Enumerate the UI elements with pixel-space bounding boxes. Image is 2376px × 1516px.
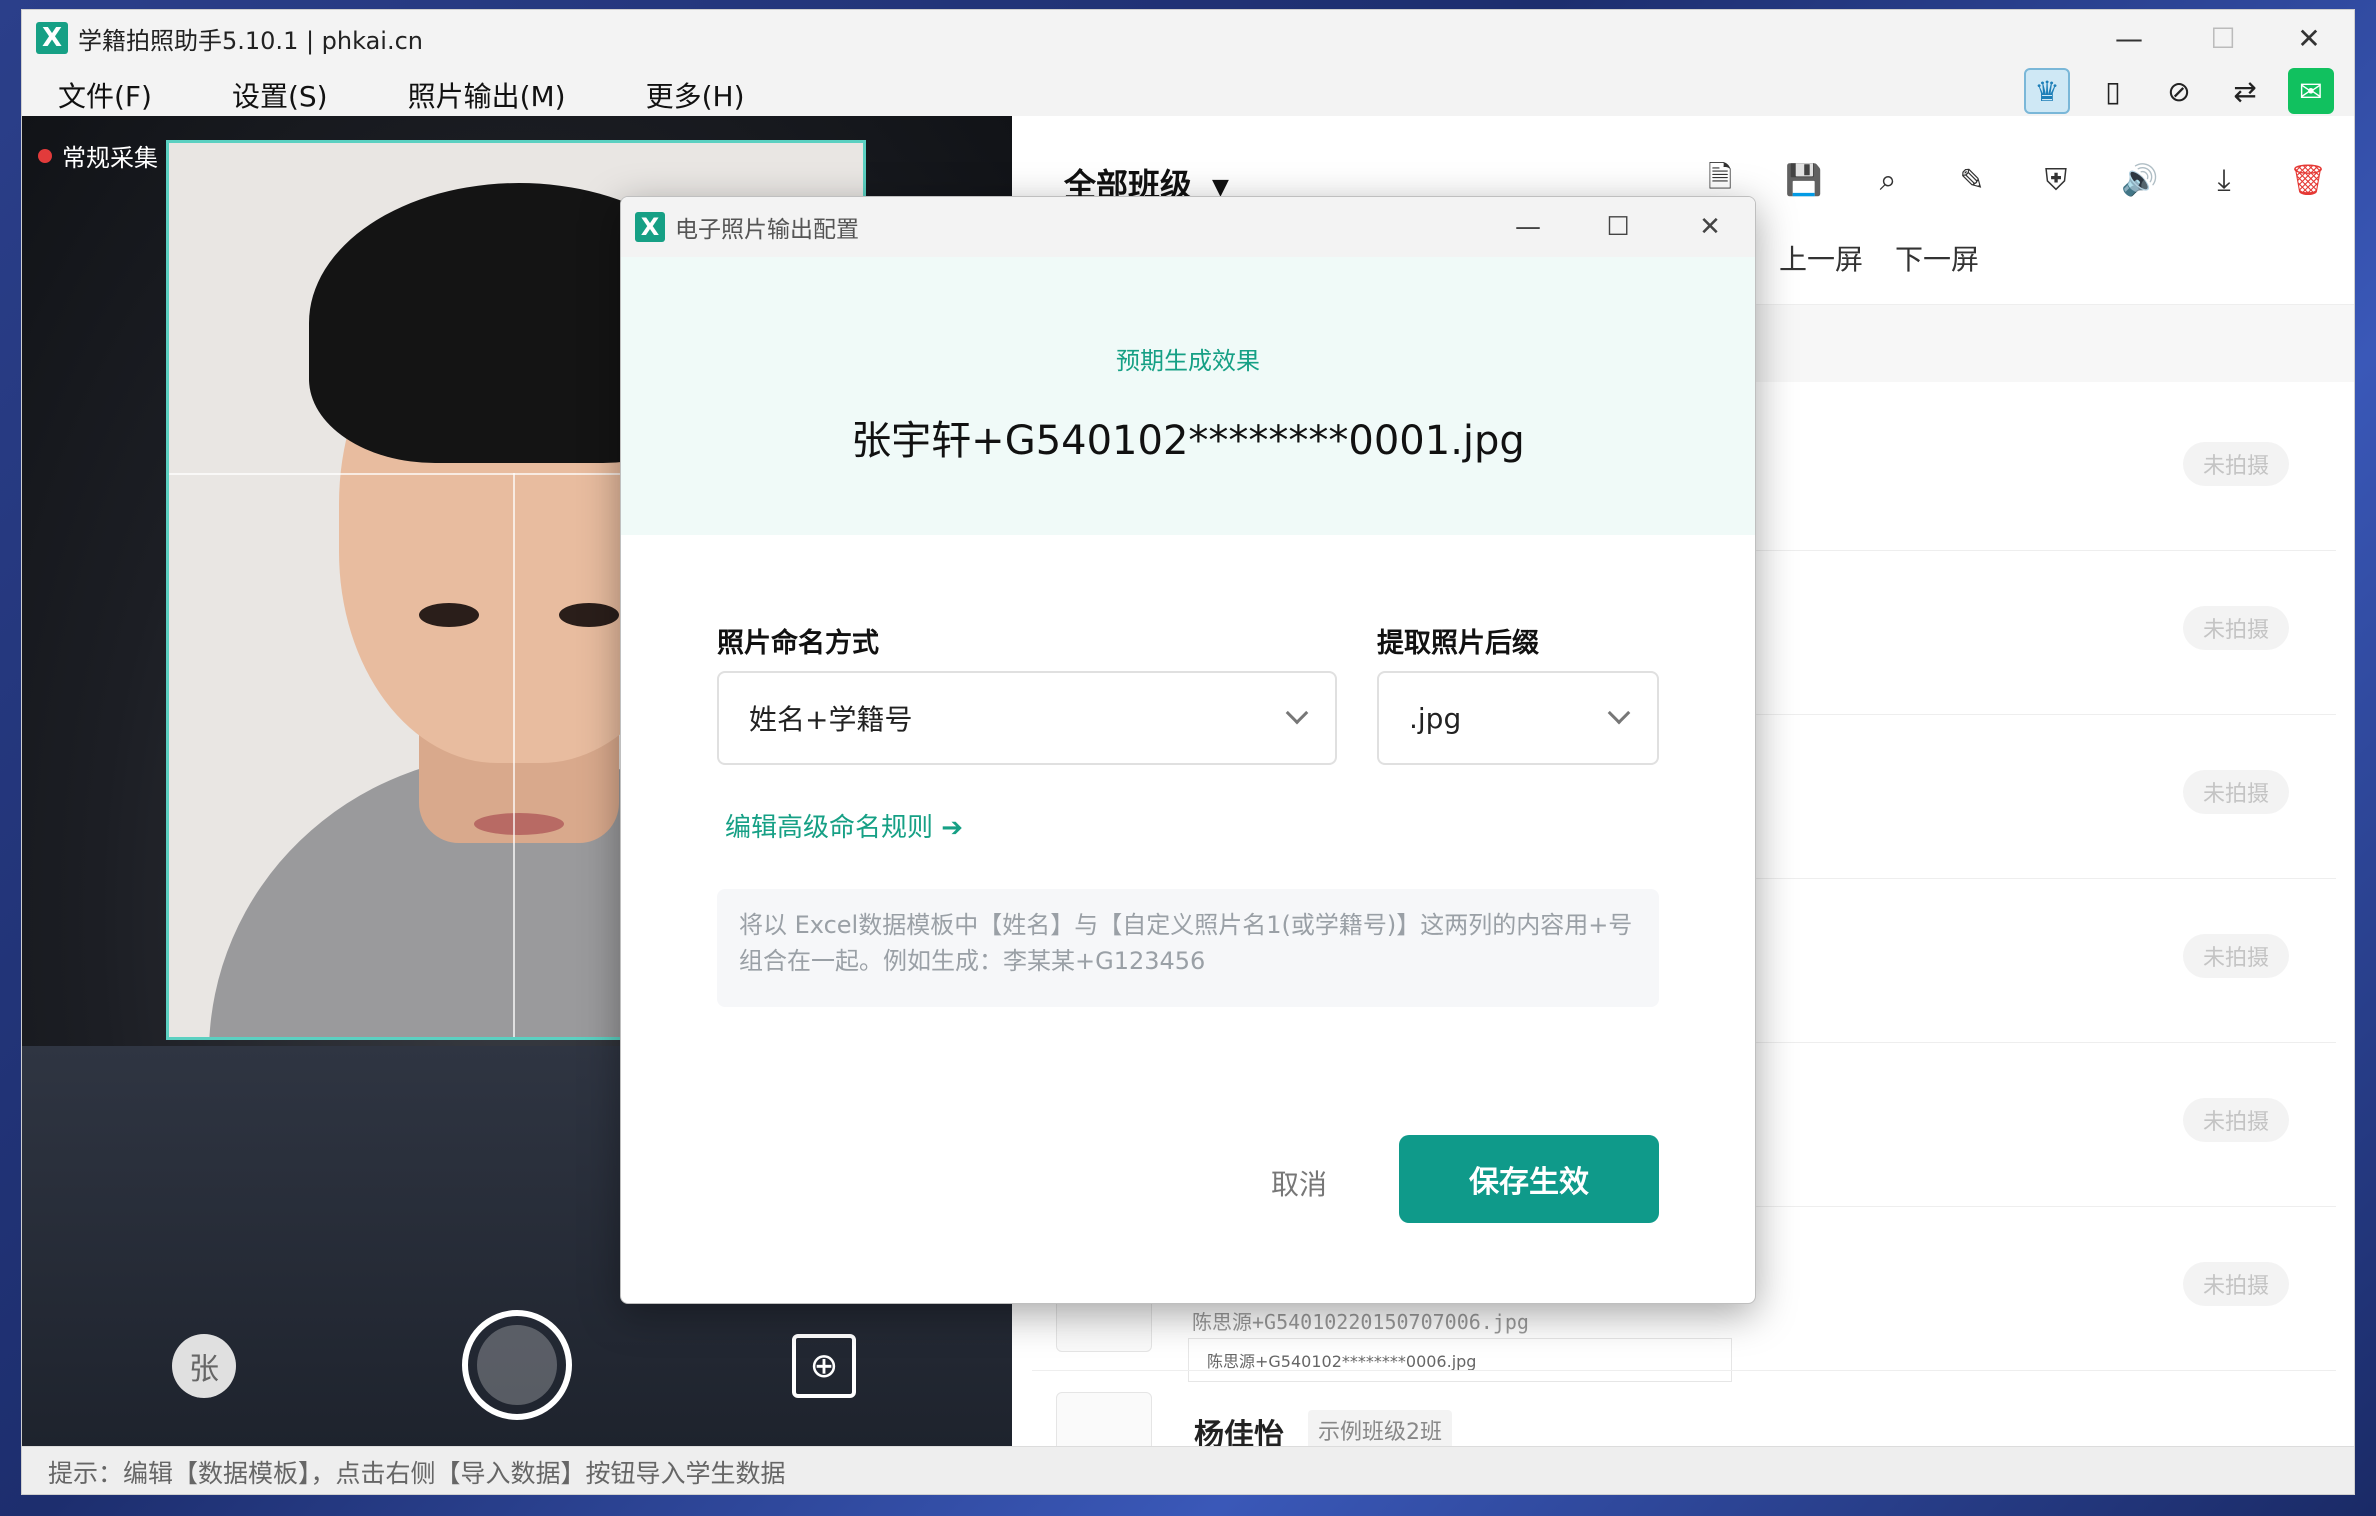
- dialog-maximize-button[interactable]: ☐: [1573, 197, 1663, 257]
- menu-more[interactable]: 更多(H): [646, 75, 745, 115]
- top-icon-bar: ♛ ▯ ⊘ ⇄ ✉: [2024, 68, 2334, 114]
- file-name-text: 陈思源+G54010220150707006.jpg: [1192, 1310, 1529, 1334]
- chevron-down-icon: [1285, 701, 1309, 725]
- capture-mode-text: 常规采集: [62, 144, 158, 172]
- student-avatar-button[interactable]: 张: [172, 1334, 236, 1398]
- status-badge: 未拍摄: [2183, 442, 2289, 486]
- shutter-button[interactable]: [462, 1310, 572, 1420]
- capture-mode-label: 常规采集: [38, 138, 158, 173]
- pager: 上一屏 下一屏: [1779, 238, 1979, 278]
- chevron-down-icon: [1607, 701, 1631, 725]
- file-name-chip: 陈思源+G540102********0006.jpg: [1188, 1338, 1732, 1382]
- suffix-select[interactable]: .jpg: [1377, 671, 1659, 765]
- minimize-button[interactable]: —: [2082, 10, 2176, 66]
- shield-icon[interactable]: ⛨: [2038, 162, 2074, 198]
- status-hint: 提示：编辑【数据模板】，点击右侧【导入数据】按钮导入学生数据: [48, 1458, 786, 1488]
- dialog-title-bar: X 电子照片输出配置 — ☐ ✕: [621, 197, 1755, 257]
- save-icon[interactable]: 💾: [1785, 162, 1822, 198]
- record-dot-icon: [38, 148, 52, 163]
- title-bar: X 学籍拍照助手5.10.1 | phkai.cn — ☐ ✕: [22, 10, 2354, 66]
- dialog-form: 照片命名方式 姓名+学籍号 提取照片后缀 .jpg 编辑高级命名规则 ➔ 将以 …: [621, 535, 1755, 1303]
- preview-file-name: 张宇轩+G540102********0001.jpg: [851, 418, 1525, 464]
- status-bar: 提示：编辑【数据模板】，点击右侧【导入数据】按钮导入学生数据: [22, 1446, 2354, 1494]
- shutter-inner-icon: [477, 1325, 557, 1405]
- naming-select-value: 姓名+学籍号: [749, 703, 913, 736]
- list-toolbar: 🗎 💾 ⌕ ✎ ⛨ 🔊 ⤓ 🗑: [1702, 160, 2327, 198]
- edit-icon[interactable]: ✎: [1954, 162, 1990, 198]
- close-button[interactable]: ✕: [2262, 10, 2354, 66]
- wechat-icon[interactable]: ✉: [2288, 68, 2334, 114]
- status-badge: 未拍摄: [2183, 1262, 2289, 1306]
- new-file-icon[interactable]: 🗎: [1702, 160, 1738, 198]
- subject-mouth: [474, 813, 564, 835]
- link-icon[interactable]: ⊘: [2156, 68, 2202, 114]
- suffix-select-value: .jpg: [1409, 701, 1462, 735]
- crown-icon[interactable]: ♛: [2024, 68, 2070, 114]
- suffix-label: 提取照片后缀: [1377, 628, 1539, 659]
- dialog-close-button[interactable]: ✕: [1665, 197, 1755, 257]
- search-icon[interactable]: ⌕: [1870, 162, 1906, 198]
- dialog-title: 电子照片输出配置: [675, 217, 859, 243]
- next-page-button[interactable]: 下一屏: [1895, 238, 1979, 278]
- photo-output-config-dialog: X 电子照片输出配置 — ☐ ✕ 预期生成效果 张宇轩+G540102*****…: [620, 196, 1756, 1304]
- status-badge: 未拍摄: [2183, 606, 2289, 650]
- subject-eye-left: [419, 603, 479, 627]
- download-icon[interactable]: ⤓: [2206, 162, 2242, 198]
- dialog-logo-icon: X: [635, 212, 665, 242]
- advanced-naming-link[interactable]: 编辑高级命名规则 ➔: [725, 807, 963, 844]
- status-badge: 未拍摄: [2183, 770, 2289, 814]
- save-button[interactable]: 保存生效: [1399, 1135, 1659, 1223]
- preview-panel: 预期生成效果 张宇轩+G540102********0001.jpg: [621, 257, 1755, 535]
- status-badge: 未拍摄: [2183, 934, 2289, 978]
- subject-eye-right: [559, 603, 619, 627]
- app-logo-icon: X: [36, 22, 68, 54]
- window-title: 学籍拍照助手5.10.1 | phkai.cn: [78, 26, 424, 55]
- cancel-button[interactable]: 取消: [1239, 1153, 1359, 1213]
- menu-photo-output[interactable]: 照片输出(M): [408, 75, 566, 115]
- naming-hint: 将以 Excel数据模板中【姓名】与【自定义照片名1(或学籍号)】这两列的内容用…: [717, 889, 1659, 1007]
- dialog-minimize-button[interactable]: —: [1483, 197, 1573, 257]
- delete-icon[interactable]: 🗑: [2289, 162, 2327, 198]
- naming-label: 照片命名方式: [717, 628, 879, 659]
- preview-label: 预期生成效果: [1116, 347, 1260, 375]
- status-badge: 未拍摄: [2183, 1098, 2289, 1142]
- guide-line-vertical: [513, 473, 515, 1037]
- add-photo-icon[interactable]: ⊕: [792, 1334, 856, 1398]
- tablet-icon[interactable]: ▯: [2090, 68, 2136, 114]
- menu-settings[interactable]: 设置(S): [232, 75, 328, 115]
- student-class-tag: 示例班级2班: [1308, 1410, 1452, 1450]
- maximize-button[interactable]: ☐: [2176, 10, 2270, 66]
- menu-file[interactable]: 文件(F): [58, 75, 152, 115]
- speaker-icon[interactable]: 🔊: [2121, 162, 2158, 198]
- prev-page-button[interactable]: 上一屏: [1779, 238, 1863, 278]
- sync-icon[interactable]: ⇄: [2222, 68, 2268, 114]
- row-divider: [1032, 1370, 2336, 1371]
- naming-select[interactable]: 姓名+学籍号: [717, 671, 1337, 765]
